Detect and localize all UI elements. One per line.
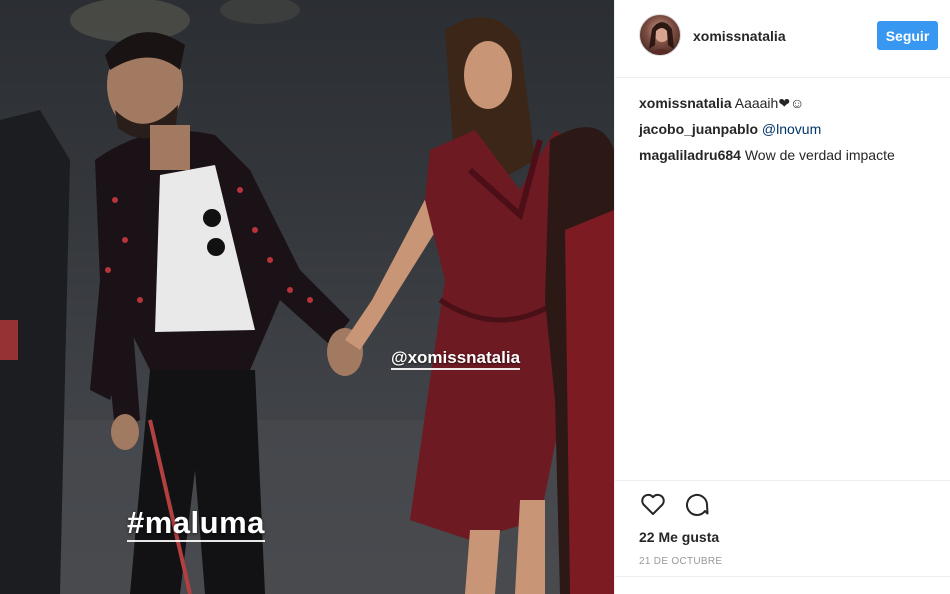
comment-username[interactable]: xomissnatalia <box>639 95 732 111</box>
post-author-username[interactable]: xomissnatalia <box>693 28 786 44</box>
comment-username[interactable]: magalilаdru684 <box>639 147 741 163</box>
comment-text: Wow de verdad impacte <box>744 147 895 163</box>
avatar[interactable] <box>639 14 681 56</box>
heart-icon[interactable] <box>639 490 667 518</box>
photo-hashtag-sticker: #maluma <box>127 505 265 542</box>
like-count[interactable]: 22 Me gusta <box>639 529 719 545</box>
comment-username[interactable]: jacobo_juanpablo <box>639 121 758 137</box>
list-item: xomissnatalia Aaaaih❤︎☺ <box>639 94 939 112</box>
post-date: 21 DE OCTUBRE <box>639 556 723 567</box>
photo-scene <box>0 0 614 594</box>
follow-button[interactable]: Seguir <box>877 21 938 50</box>
photo-mention-sticker: @xomissnatalia <box>391 348 521 370</box>
comment-list: xomissnatalia Aaaaih❤︎☺ jacobo_juanpablo… <box>639 94 939 172</box>
comment-bubble-icon[interactable] <box>683 490 711 518</box>
divider <box>615 576 950 577</box>
list-item: jacobo_juanpablo @lnovum <box>639 120 939 138</box>
divider <box>615 480 950 481</box>
post-photo[interactable]: @xomissnatalia #maluma <box>0 0 614 594</box>
post-side-panel: xomissnatalia Seguir xomissnatalia Aaaai… <box>614 0 950 594</box>
comment-text: Aaaaih❤︎☺ <box>734 95 805 111</box>
action-bar <box>639 490 711 520</box>
list-item: magalilаdru684 Wow de verdad impacte <box>639 146 939 164</box>
avatar-image <box>649 22 674 55</box>
comment-mention-link[interactable]: @lnovum <box>762 121 821 137</box>
post-header: xomissnatalia Seguir <box>615 0 950 78</box>
